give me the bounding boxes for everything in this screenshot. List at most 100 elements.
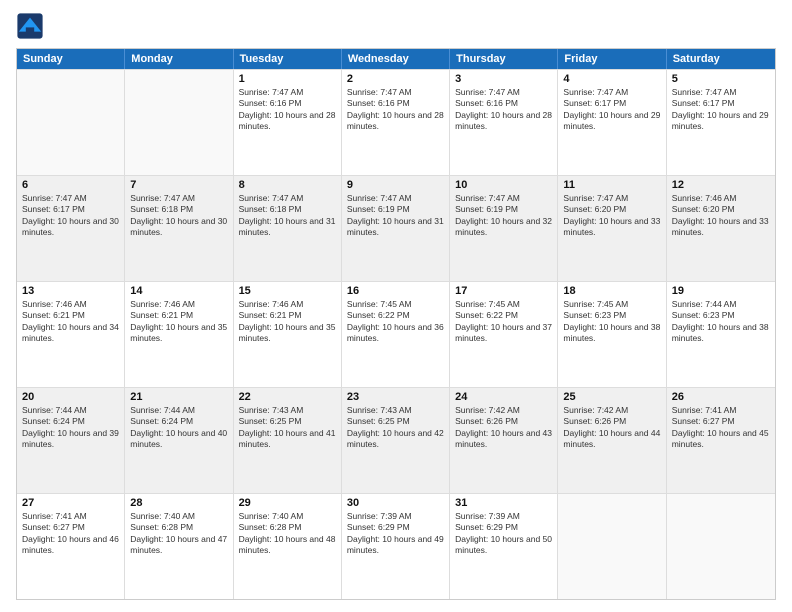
day-number: 13 <box>22 285 119 297</box>
day-number: 14 <box>130 285 227 297</box>
cal-cell-13: 13 Sunrise: 7:46 AM Sunset: 6:21 PM Dayli… <box>17 282 125 387</box>
day-number: 11 <box>563 179 660 191</box>
cell-info: Sunrise: 7:46 AM Sunset: 6:21 PM Dayligh… <box>22 299 119 345</box>
cal-cell-22: 22 Sunrise: 7:43 AM Sunset: 6:25 PM Dayli… <box>234 388 342 493</box>
header <box>16 12 776 40</box>
cell-info: Sunrise: 7:45 AM Sunset: 6:22 PM Dayligh… <box>455 299 552 345</box>
cell-info: Sunrise: 7:47 AM Sunset: 6:18 PM Dayligh… <box>130 193 227 239</box>
day-number: 10 <box>455 179 552 191</box>
cal-cell-26: 26Sunrise: 7:41 AM Sunset: 6:27 PM Dayli… <box>667 388 775 493</box>
cal-cell-18: 18 Sunrise: 7:45 AM Sunset: 6:23 PM Dayli… <box>558 282 666 387</box>
header-day-tuesday: Tuesday <box>234 49 342 69</box>
day-number: 6 <box>22 179 119 191</box>
day-number: 2 <box>347 73 444 85</box>
cell-info: Sunrise: 7:47 AM Sunset: 6:17 PM Dayligh… <box>22 193 119 239</box>
cal-cell-12: 12 Sunrise: 7:46 AM Sunset: 6:20 PM Dayli… <box>667 176 775 281</box>
cell-info: Sunrise: 7:42 AM Sunset: 6:26 PM Dayligh… <box>455 405 552 451</box>
cal-row-4: 27 Sunrise: 7:41 AM Sunset: 6:27 PM Dayli… <box>17 493 775 599</box>
cell-info: Sunrise: 7:41 AM Sunset: 6:27 PM Dayligh… <box>22 511 119 557</box>
cal-cell-10: 10Sunrise: 7:47 AM Sunset: 6:19 PM Dayli… <box>450 176 558 281</box>
cal-cell-7: 7 Sunrise: 7:47 AM Sunset: 6:18 PM Daylig… <box>125 176 233 281</box>
cell-info: Sunrise: 7:43 AM Sunset: 6:25 PM Dayligh… <box>239 405 336 451</box>
cell-info: Sunrise: 7:44 AM Sunset: 6:23 PM Dayligh… <box>672 299 770 345</box>
cal-cell-empty-6 <box>667 494 775 599</box>
cal-row-3: 20 Sunrise: 7:44 AM Sunset: 6:24 PM Dayli… <box>17 387 775 493</box>
header-day-sunday: Sunday <box>17 49 125 69</box>
cell-info: Sunrise: 7:43 AM Sunset: 6:25 PM Dayligh… <box>347 405 444 451</box>
day-number: 16 <box>347 285 444 297</box>
day-number: 17 <box>455 285 552 297</box>
cal-cell-14: 14 Sunrise: 7:46 AM Sunset: 6:21 PM Dayli… <box>125 282 233 387</box>
calendar-header: SundayMondayTuesdayWednesdayThursdayFrid… <box>17 49 775 69</box>
cal-cell-empty-1 <box>125 70 233 175</box>
cell-info: Sunrise: 7:47 AM Sunset: 6:16 PM Dayligh… <box>239 87 336 133</box>
day-number: 27 <box>22 497 119 509</box>
cal-cell-19: 19 Sunrise: 7:44 AM Sunset: 6:23 PM Dayli… <box>667 282 775 387</box>
cell-info: Sunrise: 7:39 AM Sunset: 6:29 PM Dayligh… <box>455 511 552 557</box>
cell-info: Sunrise: 7:47 AM Sunset: 6:16 PM Dayligh… <box>455 87 552 133</box>
cell-info: Sunrise: 7:47 AM Sunset: 6:16 PM Dayligh… <box>347 87 444 133</box>
day-number: 9 <box>347 179 444 191</box>
cell-info: Sunrise: 7:41 AM Sunset: 6:27 PM Dayligh… <box>672 405 770 451</box>
day-number: 5 <box>672 73 770 85</box>
cal-cell-29: 29 Sunrise: 7:40 AM Sunset: 6:28 PM Dayli… <box>234 494 342 599</box>
day-number: 3 <box>455 73 552 85</box>
cal-cell-21: 21Sunrise: 7:44 AM Sunset: 6:24 PM Dayli… <box>125 388 233 493</box>
cell-info: Sunrise: 7:47 AM Sunset: 6:17 PM Dayligh… <box>672 87 770 133</box>
cell-info: Sunrise: 7:47 AM Sunset: 6:17 PM Dayligh… <box>563 87 660 133</box>
day-number: 22 <box>239 391 336 403</box>
cal-cell-25: 25 Sunrise: 7:42 AM Sunset: 6:26 PM Dayli… <box>558 388 666 493</box>
cell-info: Sunrise: 7:45 AM Sunset: 6:22 PM Dayligh… <box>347 299 444 345</box>
cal-cell-3: 3 Sunrise: 7:47 AM Sunset: 6:16 PM Daylig… <box>450 70 558 175</box>
day-number: 4 <box>563 73 660 85</box>
cal-cell-6: 6 Sunrise: 7:47 AM Sunset: 6:17 PM Daylig… <box>17 176 125 281</box>
cal-cell-17: 17 Sunrise: 7:45 AM Sunset: 6:22 PM Dayli… <box>450 282 558 387</box>
day-number: 20 <box>22 391 119 403</box>
calendar: SundayMondayTuesdayWednesdayThursdayFrid… <box>16 48 776 600</box>
cal-cell-20: 20 Sunrise: 7:44 AM Sunset: 6:24 PM Dayli… <box>17 388 125 493</box>
cell-info: Sunrise: 7:46 AM Sunset: 6:21 PM Dayligh… <box>130 299 227 345</box>
cal-cell-2: 2 Sunrise: 7:47 AM Sunset: 6:16 PM Daylig… <box>342 70 450 175</box>
day-number: 30 <box>347 497 444 509</box>
cal-cell-23: 23 Sunrise: 7:43 AM Sunset: 6:25 PM Dayli… <box>342 388 450 493</box>
cal-cell-8: 8Sunrise: 7:47 AM Sunset: 6:18 PM Daylig… <box>234 176 342 281</box>
logo-icon <box>16 12 44 40</box>
day-number: 24 <box>455 391 552 403</box>
cal-cell-empty-0 <box>17 70 125 175</box>
cell-info: Sunrise: 7:40 AM Sunset: 6:28 PM Dayligh… <box>239 511 336 557</box>
cal-cell-empty-5 <box>558 494 666 599</box>
day-number: 25 <box>563 391 660 403</box>
cal-cell-15: 15 Sunrise: 7:46 AM Sunset: 6:21 PM Dayli… <box>234 282 342 387</box>
calendar-body: 1 Sunrise: 7:47 AM Sunset: 6:16 PM Daylig… <box>17 69 775 599</box>
cell-info: Sunrise: 7:45 AM Sunset: 6:23 PM Dayligh… <box>563 299 660 345</box>
cell-info: Sunrise: 7:47 AM Sunset: 6:20 PM Dayligh… <box>563 193 660 239</box>
cal-cell-24: 24 Sunrise: 7:42 AM Sunset: 6:26 PM Dayli… <box>450 388 558 493</box>
header-day-thursday: Thursday <box>450 49 558 69</box>
day-number: 29 <box>239 497 336 509</box>
header-day-wednesday: Wednesday <box>342 49 450 69</box>
cal-cell-9: 9Sunrise: 7:47 AM Sunset: 6:19 PM Daylig… <box>342 176 450 281</box>
cal-cell-1: 1 Sunrise: 7:47 AM Sunset: 6:16 PM Daylig… <box>234 70 342 175</box>
page: SundayMondayTuesdayWednesdayThursdayFrid… <box>0 0 792 612</box>
day-number: 7 <box>130 179 227 191</box>
day-number: 21 <box>130 391 227 403</box>
header-day-friday: Friday <box>558 49 666 69</box>
day-number: 19 <box>672 285 770 297</box>
cell-info: Sunrise: 7:42 AM Sunset: 6:26 PM Dayligh… <box>563 405 660 451</box>
cell-info: Sunrise: 7:46 AM Sunset: 6:21 PM Dayligh… <box>239 299 336 345</box>
day-number: 23 <box>347 391 444 403</box>
cal-cell-31: 31Sunrise: 7:39 AM Sunset: 6:29 PM Dayli… <box>450 494 558 599</box>
cal-row-1: 6 Sunrise: 7:47 AM Sunset: 6:17 PM Daylig… <box>17 175 775 281</box>
cell-info: Sunrise: 7:46 AM Sunset: 6:20 PM Dayligh… <box>672 193 770 239</box>
cell-info: Sunrise: 7:44 AM Sunset: 6:24 PM Dayligh… <box>22 405 119 451</box>
day-number: 1 <box>239 73 336 85</box>
day-number: 15 <box>239 285 336 297</box>
day-number: 12 <box>672 179 770 191</box>
day-number: 18 <box>563 285 660 297</box>
cell-info: Sunrise: 7:40 AM Sunset: 6:28 PM Dayligh… <box>130 511 227 557</box>
cal-cell-11: 11 Sunrise: 7:47 AM Sunset: 6:20 PM Dayli… <box>558 176 666 281</box>
cal-cell-4: 4 Sunrise: 7:47 AM Sunset: 6:17 PM Daylig… <box>558 70 666 175</box>
logo <box>16 12 48 40</box>
day-number: 28 <box>130 497 227 509</box>
cal-cell-30: 30Sunrise: 7:39 AM Sunset: 6:29 PM Dayli… <box>342 494 450 599</box>
